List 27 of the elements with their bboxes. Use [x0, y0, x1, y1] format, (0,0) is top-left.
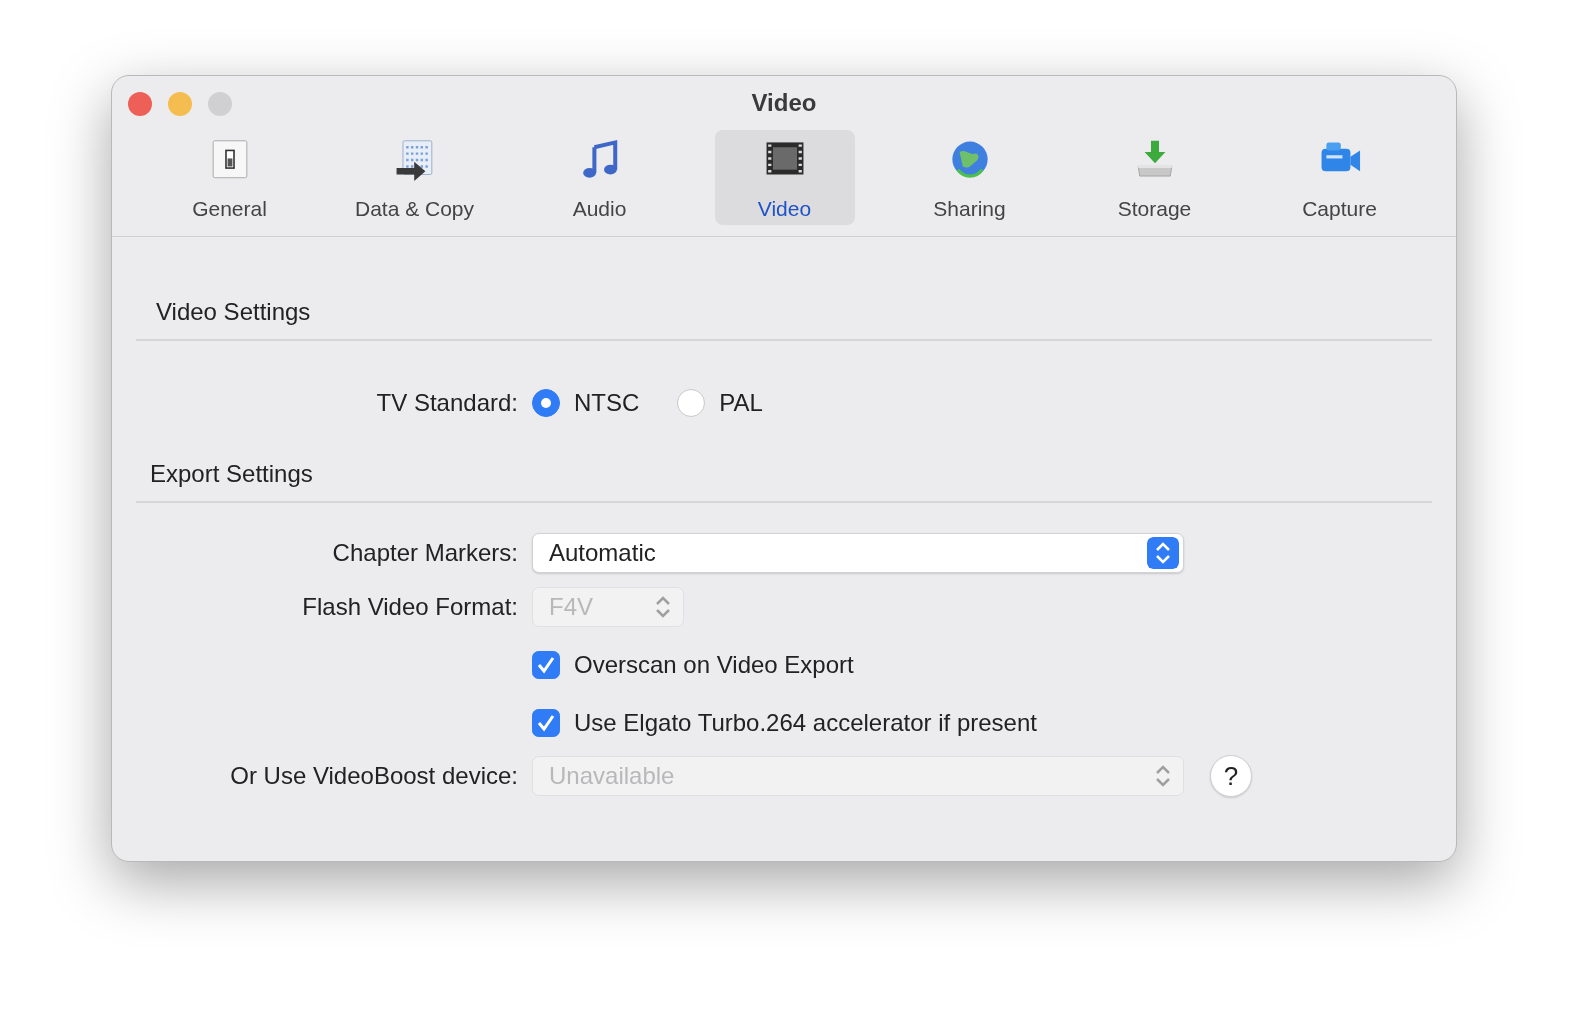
checkbox-label: Use Elgato Turbo.264 accelerator if present	[574, 708, 1037, 738]
preference-tab[interactable]: Audio	[529, 130, 670, 225]
preference-tab[interactable]: Video	[714, 130, 855, 225]
stepper-icon	[1147, 537, 1179, 569]
radio-button[interactable]	[677, 389, 706, 417]
help-button[interactable]: ?	[1210, 755, 1252, 797]
field-label: Chapter Markers:	[332, 538, 518, 568]
radio-label: NTSC	[574, 388, 640, 418]
field-label: TV Standard:	[376, 388, 518, 418]
popup-menu[interactable]: Automatic	[532, 533, 1184, 573]
radio-label: PAL	[719, 388, 763, 418]
close-button[interactable]	[128, 92, 152, 116]
preference-tab[interactable]: Storage	[1084, 130, 1225, 225]
field-label: Or Use VideoBoost device:	[230, 761, 518, 791]
radio-button[interactable]	[532, 389, 560, 417]
checkbox[interactable]	[532, 709, 560, 737]
preference-tab[interactable]: Capture	[1269, 130, 1410, 225]
section-heading: Export Settings	[150, 460, 313, 487]
window-title: Video	[751, 89, 817, 116]
section-heading: Video Settings	[156, 298, 311, 325]
minimize-button[interactable]	[168, 92, 192, 116]
preference-tab[interactable]: General	[159, 130, 300, 225]
checkbox[interactable]	[532, 651, 560, 679]
checkbox-label: Overscan on Video Export	[574, 650, 854, 680]
preference-tab[interactable]: Sharing	[899, 130, 1040, 225]
preference-tab[interactable]: Data & Copy	[344, 130, 485, 225]
field-label: Flash Video Format:	[302, 592, 518, 622]
